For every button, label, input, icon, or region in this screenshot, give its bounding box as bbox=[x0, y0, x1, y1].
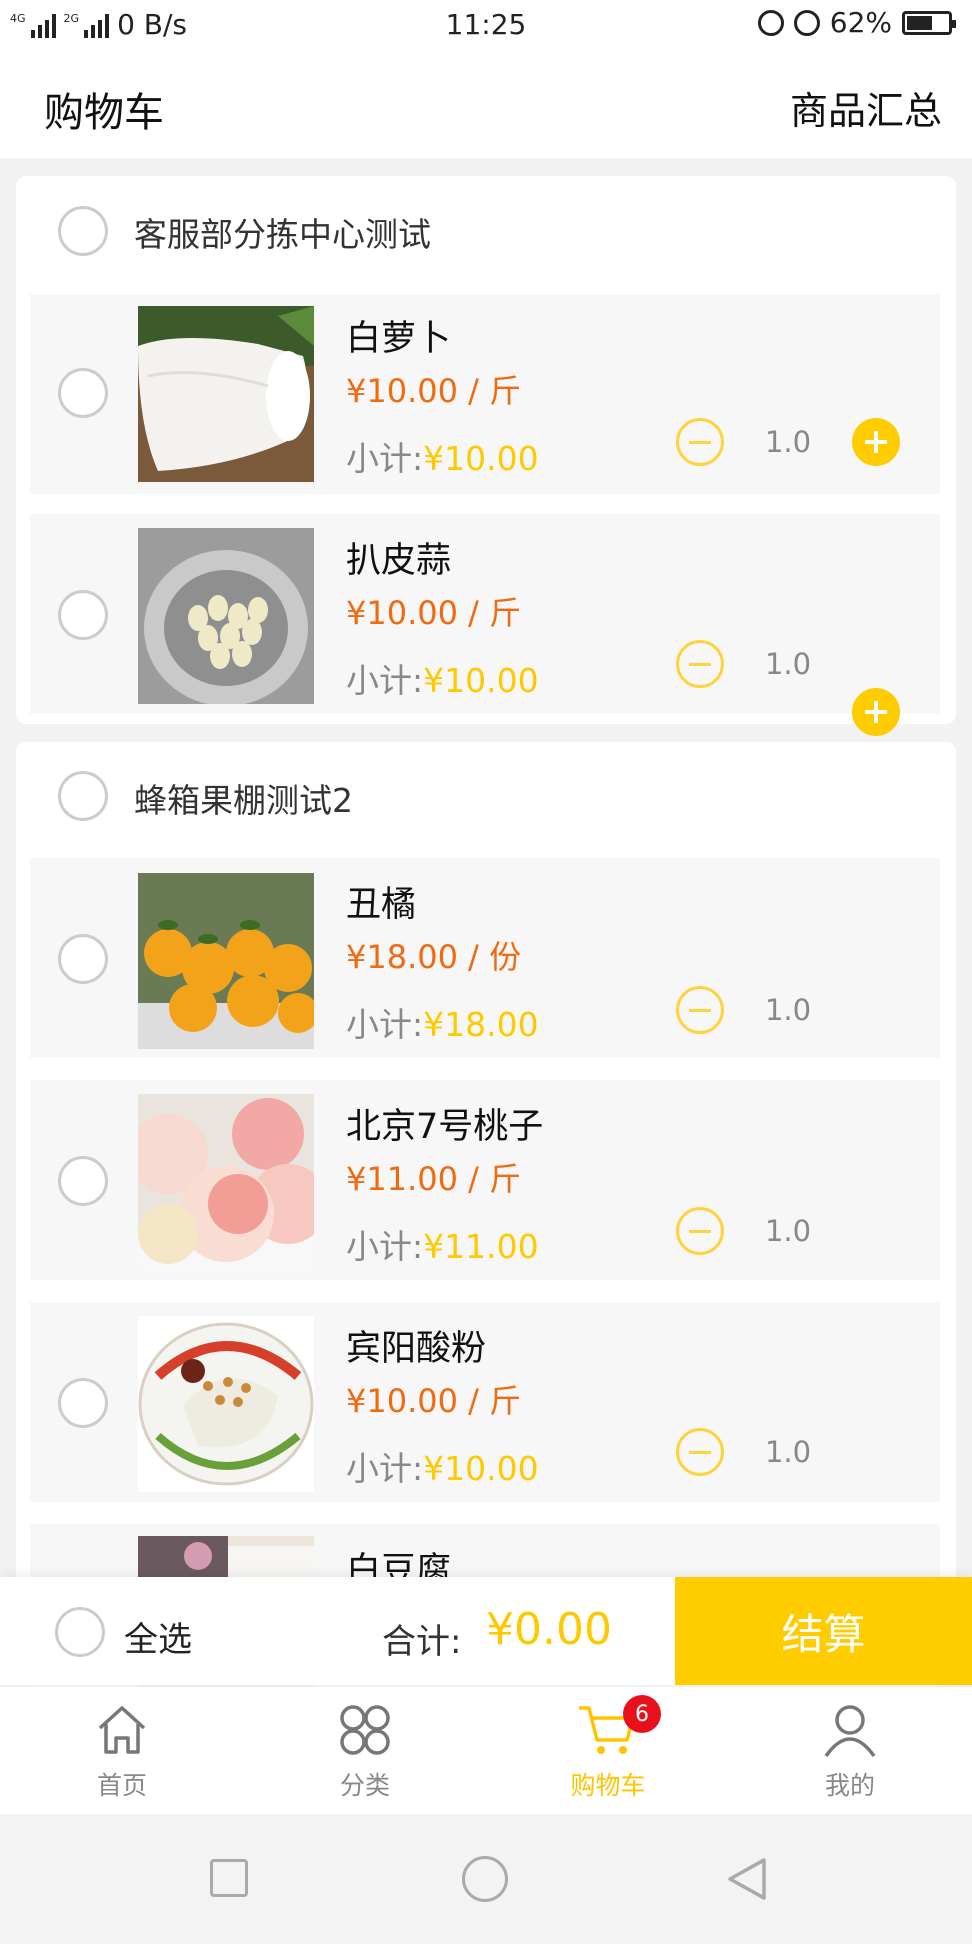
alarm-icon bbox=[793, 9, 820, 36]
tab-label: 购物车 bbox=[570, 1771, 646, 1800]
decrease-button[interactable] bbox=[676, 986, 724, 1034]
select-all-label[interactable]: 全选 bbox=[124, 1612, 192, 1661]
status-right: 62% bbox=[757, 6, 956, 39]
checkout-button[interactable]: 结算 bbox=[675, 1577, 972, 1685]
product-image bbox=[138, 873, 314, 1049]
product-price: ¥18.00 / 份 bbox=[346, 938, 522, 976]
store-checkbox[interactable] bbox=[58, 206, 108, 256]
product-price: ¥11.00 / 斤 bbox=[346, 1160, 522, 1198]
quantity-value[interactable]: 1.0 bbox=[748, 1435, 828, 1469]
home-nav-icon[interactable] bbox=[462, 1856, 508, 1902]
item-subtotal: 小计:¥10.00 bbox=[346, 439, 539, 478]
tab-category[interactable]: 分类 bbox=[295, 1700, 435, 1802]
quantity-value[interactable]: 1.0 bbox=[748, 1214, 828, 1248]
item-subtotal: 小计:¥11.00 bbox=[346, 1227, 539, 1266]
store-name: 蜂箱果棚测试2 bbox=[134, 781, 353, 820]
increase-button[interactable] bbox=[852, 688, 900, 736]
product-name[interactable]: 白萝卜 bbox=[346, 310, 451, 361]
item-checkbox[interactable] bbox=[58, 1156, 108, 1206]
battery-percent: 62% bbox=[829, 6, 892, 39]
tab-label: 首页 bbox=[96, 1771, 147, 1800]
battery-icon bbox=[902, 10, 956, 35]
item-subtotal: 小计:¥10.00 bbox=[346, 1449, 539, 1488]
back-icon[interactable] bbox=[722, 1854, 772, 1904]
quantity-value[interactable]: 1.0 bbox=[748, 647, 828, 681]
total-amount: ¥0.00 bbox=[486, 1604, 612, 1655]
profile-icon bbox=[824, 1705, 876, 1758]
product-image bbox=[138, 1316, 314, 1492]
product-price: ¥10.00 / 斤 bbox=[346, 594, 522, 632]
item-subtotal: 小计:¥18.00 bbox=[346, 1005, 539, 1044]
rotation-lock-icon bbox=[757, 9, 784, 36]
decrease-button[interactable] bbox=[676, 1428, 724, 1476]
item-checkbox[interactable] bbox=[58, 368, 108, 418]
increase-button[interactable] bbox=[852, 418, 900, 466]
item-checkbox[interactable] bbox=[58, 590, 108, 640]
tab-label: 我的 bbox=[824, 1771, 875, 1800]
tab-profile[interactable]: 我的 bbox=[780, 1700, 920, 1802]
product-price: ¥10.00 / 斤 bbox=[346, 372, 522, 410]
category-icon bbox=[340, 1705, 390, 1755]
item-checkbox[interactable] bbox=[58, 1378, 108, 1428]
item-subtotal: 小计:¥10.00 bbox=[346, 661, 539, 700]
item-checkbox[interactable] bbox=[58, 934, 108, 984]
select-all-checkbox[interactable] bbox=[55, 1607, 105, 1657]
decrease-button[interactable] bbox=[676, 418, 724, 466]
home-icon bbox=[98, 1706, 146, 1754]
quantity-value[interactable]: 1.0 bbox=[748, 993, 828, 1027]
quantity-value[interactable]: 1.0 bbox=[748, 425, 828, 459]
product-name[interactable]: 扒皮蒜 bbox=[346, 532, 451, 583]
store-name: 客服部分拣中心测试 bbox=[134, 215, 431, 254]
product-image bbox=[138, 1094, 314, 1270]
product-name[interactable]: 北京7号桃子 bbox=[346, 1098, 543, 1149]
summary-link[interactable]: 商品汇总 bbox=[790, 80, 942, 135]
tab-label: 分类 bbox=[339, 1771, 390, 1800]
page-title: 购物车 bbox=[44, 90, 164, 136]
decrease-button[interactable] bbox=[676, 1207, 724, 1255]
product-name[interactable]: 丑橘 bbox=[346, 876, 416, 927]
product-image bbox=[138, 306, 314, 482]
store-checkbox[interactable] bbox=[58, 771, 108, 821]
product-name[interactable]: 宾阳酸粉 bbox=[346, 1320, 486, 1371]
product-price: ¥10.00 / 斤 bbox=[346, 1382, 522, 1420]
tab-home[interactable]: 首页 bbox=[52, 1700, 192, 1802]
total-label: 合计: bbox=[382, 1622, 462, 1662]
cart-badge: 6 bbox=[623, 1695, 661, 1733]
product-image bbox=[138, 528, 314, 704]
recent-apps-icon[interactable] bbox=[210, 1859, 248, 1897]
decrease-button[interactable] bbox=[676, 640, 724, 688]
